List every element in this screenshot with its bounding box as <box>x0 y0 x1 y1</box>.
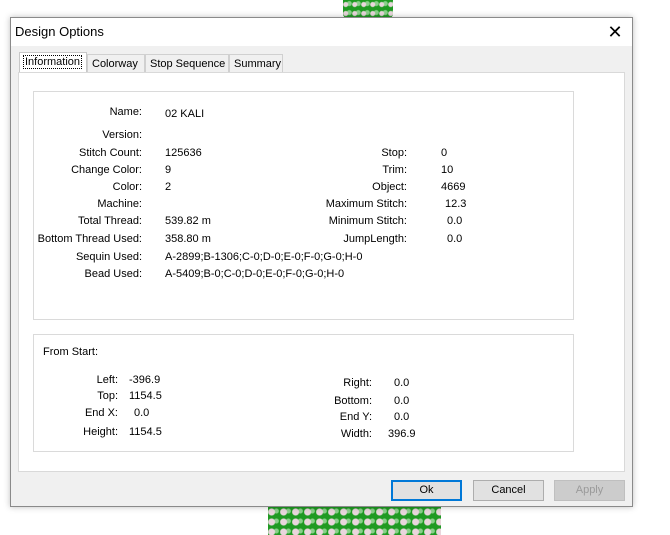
tab-summary-label: Summary <box>234 58 282 70</box>
bead-used-label: Bead Used: <box>84 268 142 280</box>
minimum-stitch-label: Minimum Stitch: <box>328 215 407 227</box>
top-value: 1154.5 <box>129 390 162 402</box>
tab-colorway[interactable]: Colorway <box>87 54 145 72</box>
object-value: 4669 <box>441 181 466 193</box>
color-label: Color: <box>112 181 142 193</box>
bottom-value: 0.0 <box>394 395 410 407</box>
maximum-stitch-label: Maximum Stitch: <box>325 198 407 210</box>
sequin-used-value: A-2899;B-1306;C-0;D-0;E-0;F-0;G-0;H-0 <box>165 251 363 263</box>
end-y-value: 0.0 <box>394 411 410 423</box>
apply-button[interactable]: Apply <box>554 480 625 501</box>
change-color-value: 9 <box>165 164 172 176</box>
tab-information[interactable]: Information <box>19 52 87 72</box>
machine-label: Machine: <box>97 198 142 210</box>
bottom-thread-value: 358.80 m <box>165 233 211 245</box>
jump-length-label: JumpLength: <box>343 233 407 245</box>
object-label: Object: <box>372 181 407 193</box>
total-thread-value: 539.82 m <box>165 215 211 227</box>
name-label: Name: <box>109 106 142 118</box>
bottom-thread-label: Bottom Thread Used: <box>37 233 142 245</box>
trim-label: Trim: <box>382 164 407 176</box>
design-options-dialog: Design Options ✕ Information Colorway St… <box>10 17 633 507</box>
bottom-label: Bottom: <box>334 395 372 407</box>
stitch-count-label: Stitch Count: <box>79 147 142 159</box>
width-value: 396.9 <box>388 428 416 440</box>
right-label: Right: <box>343 377 372 389</box>
change-color-label: Change Color: <box>71 164 142 176</box>
cancel-button[interactable]: Cancel <box>473 480 544 501</box>
left-value: -396.9 <box>129 374 161 386</box>
stop-value: 0 <box>441 147 448 159</box>
tab-stop-sequence[interactable]: Stop Sequence <box>145 54 229 72</box>
minimum-stitch-value: 0.0 <box>447 215 463 227</box>
dialog-title: Design Options <box>15 24 104 39</box>
stop-label: Stop: <box>381 147 407 159</box>
stitch-count-value: 125636 <box>165 147 202 159</box>
name-value: 02 KALI <box>165 108 205 120</box>
right-value: 0.0 <box>394 377 410 389</box>
version-label: Version: <box>102 129 142 141</box>
embroidery-preview-bottom <box>268 507 441 535</box>
from-start-group: From Start: Left: -396.9 Top: 1154.5 End… <box>33 334 574 452</box>
title-bar: Design Options ✕ <box>11 18 632 46</box>
height-value: 1154.5 <box>129 426 162 438</box>
jump-length-value: 0.0 <box>447 233 463 245</box>
height-label: Height: <box>83 426 118 438</box>
top-label: Top: <box>97 390 118 402</box>
end-x-label: End X: <box>84 407 118 419</box>
tab-summary[interactable]: Summary <box>229 54 283 72</box>
maximum-stitch-value: 12.3 <box>445 198 467 210</box>
ok-button[interactable]: Ok <box>391 480 462 501</box>
end-y-label: End Y: <box>339 411 372 423</box>
tab-information-label: Information <box>22 55 83 69</box>
width-label: Width: <box>340 428 372 440</box>
end-x-value: 0.0 <box>134 407 150 419</box>
close-icon[interactable]: ✕ <box>598 18 632 46</box>
color-value: 2 <box>165 181 172 193</box>
total-thread-label: Total Thread: <box>77 215 142 227</box>
embroidery-preview-top <box>343 0 393 18</box>
trim-value: 10 <box>441 164 454 176</box>
from-start-heading: From Start: <box>43 346 99 358</box>
design-info-group: Name: 02 KALI Version: Stitch Count: 125… <box>33 91 574 320</box>
sequin-used-label: Sequin Used: <box>75 251 142 263</box>
tab-stop-sequence-label: Stop Sequence <box>150 58 226 70</box>
bead-used-value: A-5409;B-0;C-0;D-0;E-0;F-0;G-0;H-0 <box>165 268 345 280</box>
tab-colorway-label: Colorway <box>92 58 138 70</box>
information-panel: Name: 02 KALI Version: Stitch Count: 125… <box>18 72 625 472</box>
left-label: Left: <box>96 374 118 386</box>
